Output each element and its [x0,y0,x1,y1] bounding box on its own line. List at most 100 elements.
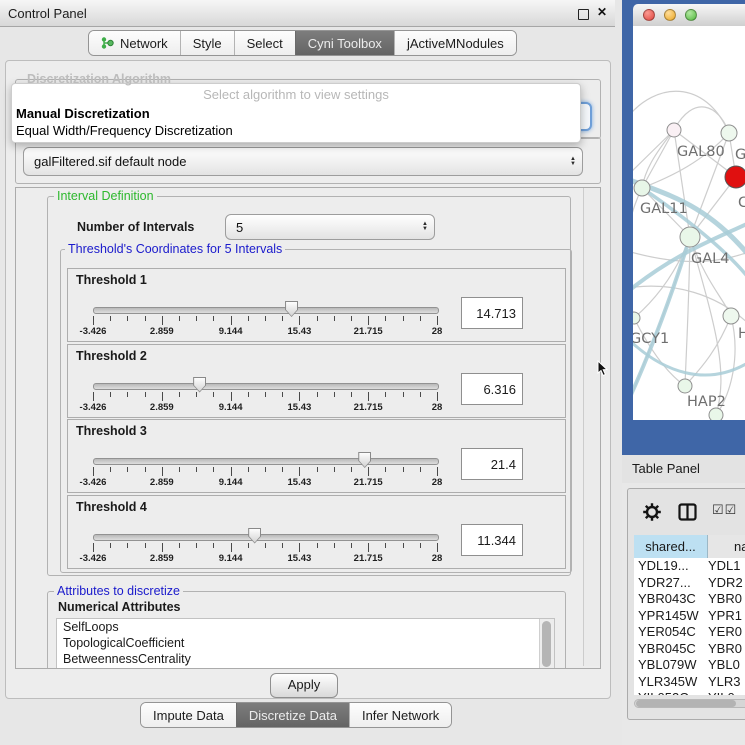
slider-tick [110,392,111,397]
table-data-combobox[interactable]: galFiltered.sif default node ▲▼ [23,147,583,176]
threshold-2-slider-thumb[interactable] [193,377,206,393]
network-window-titlebar[interactable] [633,4,745,27]
cell-name[interactable]: YER0 [708,624,745,641]
tab-select[interactable]: Select [234,31,295,55]
zoom-traffic-light-icon[interactable] [685,9,697,21]
cell-name[interactable]: YDR2 [708,575,745,592]
table-row[interactable]: YDL19...YDL1 [634,558,745,575]
menu-item-manual-discretization[interactable]: Manual Discretization [16,106,150,121]
table-row[interactable]: YPR145WYPR1 [634,608,745,625]
slider-tick [145,467,146,472]
numerical-attributes-list[interactable]: SelfLoopsTopologicalCoefficientBetweenne… [56,618,555,669]
slider-tick [420,543,421,548]
cell-name[interactable]: YDL1 [708,558,745,575]
number-of-intervals-combobox[interactable]: 5 ▲▼ [225,214,435,240]
tab-style[interactable]: Style [180,31,234,55]
threshold-2-value-field[interactable]: 6.316 [461,373,523,405]
node-table[interactable]: shared... na YDL19...YDL1YDR27...YDR2YBR… [634,535,745,695]
column-header-shared-name[interactable]: shared... [634,535,708,558]
table-row[interactable]: YDR27...YDR2 [634,575,745,592]
threshold-3-slider-thumb[interactable] [358,452,371,468]
tab-infer-network[interactable]: Infer Network [349,703,451,727]
threshold-4-value-field[interactable]: 11.344 [461,524,523,556]
cell-shared-name[interactable]: YLR345W [634,674,708,691]
cell-shared-name[interactable]: YBL079W [634,657,708,674]
slider-tick [93,543,94,552]
close-traffic-light-icon[interactable] [643,9,655,21]
tab-discretize-data[interactable]: Discretize Data [236,703,349,727]
table-row[interactable]: YBL079WYBL0 [634,657,745,674]
threshold-3-slider-track[interactable] [93,458,439,465]
thresholds-group-title: Threshold's Coordinates for 5 Intervals [65,242,285,256]
vertical-scrollbar[interactable] [583,188,601,666]
attributes-list-scrollbar[interactable] [539,619,554,669]
checkbox-filter-icons[interactable]: ☑☑ [712,502,737,518]
threshold-3-value-field[interactable]: 21.4 [461,448,523,480]
network-node[interactable] [634,180,650,196]
cell-name[interactable]: YBL0 [708,657,745,674]
column-header-name[interactable]: na [708,535,745,558]
slider-tick-label: 2.859 [140,553,184,564]
slider-tick [127,316,128,321]
close-icon[interactable]: ✕ [597,5,607,19]
network-node[interactable] [723,308,739,324]
cell-name[interactable]: YPR1 [708,608,745,625]
cell-shared-name[interactable]: YER054C [634,624,708,641]
slider-tick [127,467,128,472]
cell-shared-name[interactable]: YPR145W [634,608,708,625]
number-of-intervals-value: 5 [226,220,416,235]
horizontal-scrollbar[interactable] [634,699,745,708]
cell-name[interactable]: YLR3 [708,674,745,691]
tab-impute-data[interactable]: Impute Data [141,703,236,727]
network-node[interactable] [680,227,700,247]
table-row[interactable]: YER054CYER0 [634,624,745,641]
cell-name[interactable]: YBR0 [708,591,745,608]
cell-shared-name[interactable]: YBR043C [634,591,708,608]
gear-icon[interactable] [642,502,662,527]
slider-tick [437,392,438,401]
attribute-item-topologicalcoefficient[interactable]: TopologicalCoefficient [57,635,554,651]
cell-name[interactable]: YIL0 [708,690,745,695]
float-window-icon[interactable] [578,9,589,20]
threshold-2-slider-track[interactable] [93,383,439,390]
slider-tick-label: 15.43 [277,477,321,488]
thresholds-group: Threshold's Coordinates for 5 Intervals … [60,249,572,573]
apply-button[interactable]: Apply [270,673,338,698]
threshold-1-slider-track[interactable] [93,307,439,314]
network-graph[interactable]: GAL80GAGAL11CGAL4GCY1HHAP2 [633,26,745,420]
network-node[interactable] [678,379,692,393]
tab-cyni-toolbox[interactable]: Cyni Toolbox [295,31,394,55]
threshold-1-slider-thumb[interactable] [285,301,298,317]
cell-shared-name[interactable]: YBR045C [634,641,708,658]
threshold-4-slider-thumb[interactable] [248,528,261,544]
attribute-item-selfloops[interactable]: SelfLoops [57,619,554,635]
network-canvas[interactable]: GAL80GAGAL11CGAL4GCY1HHAP2 [633,26,745,420]
network-node[interactable] [633,312,640,324]
slider-tick-label: 2.859 [140,326,184,337]
table-row[interactable]: YBR043CYBR0 [634,591,745,608]
network-view-window[interactable]: GAL80GAGAL11CGAL4GCY1HHAP2 [622,0,745,455]
cell-shared-name[interactable]: YDL19... [634,558,708,575]
table-row[interactable]: YLR345WYLR3 [634,674,745,691]
node-label-gal4: GAL4 [691,251,729,267]
tab-jactivemnodules[interactable]: jActiveMNodules [394,31,516,55]
scrollbar-thumb[interactable] [542,621,551,667]
cell-shared-name[interactable]: YDR27... [634,575,708,592]
threshold-4-slider-track[interactable] [93,534,439,541]
table-row[interactable]: YBR045CYBR0 [634,641,745,658]
minimize-traffic-light-icon[interactable] [664,9,676,21]
tab-network[interactable]: Network [89,31,180,55]
network-edge [642,133,729,188]
columns-icon[interactable] [678,503,697,526]
attribute-item-betweennesscentrality[interactable]: BetweennessCentrality [57,651,554,667]
horizontal-scrollbar-thumb[interactable] [636,700,736,707]
network-node[interactable] [721,125,737,141]
cell-shared-name[interactable]: YIL052C [634,690,708,695]
network-node[interactable] [725,166,745,188]
menu-item-equal-width-frequency[interactable]: Equal Width/Frequency Discretization [16,123,233,138]
slider-tick [385,543,386,548]
cell-name[interactable]: YBR0 [708,641,745,658]
table-row[interactable]: YIL052CYIL0 [634,690,745,695]
threshold-1-value-field[interactable]: 14.713 [461,297,523,329]
network-node[interactable] [667,123,681,137]
